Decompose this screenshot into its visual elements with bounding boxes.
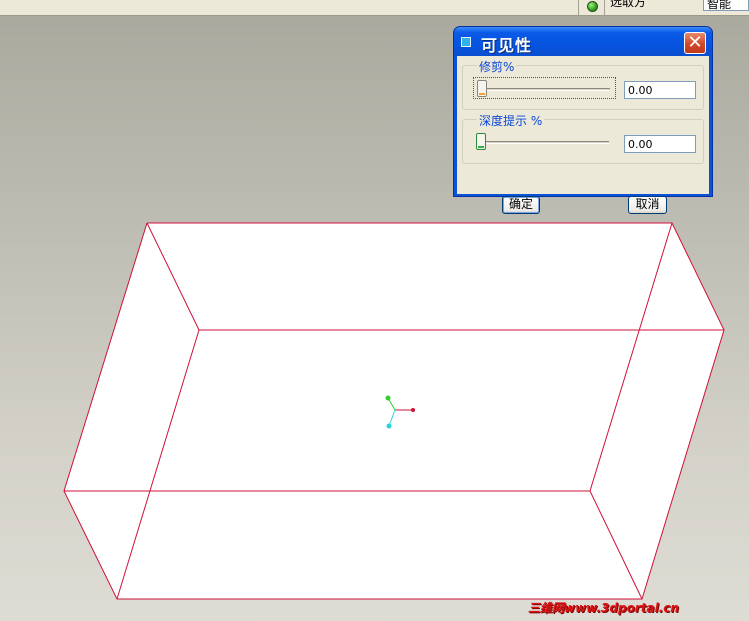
triad-x-dot	[411, 408, 415, 412]
dialog-titlebar[interactable]: 可见性 ✕	[454, 27, 712, 56]
depth-cue-slider-track	[479, 141, 609, 144]
dialog-title: 可见性	[481, 36, 533, 55]
triad-z-dot	[386, 423, 392, 429]
visibility-dialog: 可见性 ✕ 修剪% 深度提示 % 确定 取消	[453, 26, 713, 214]
triad-y-dot	[385, 395, 391, 401]
selection-filter-select[interactable]: 智能	[703, 0, 749, 11]
cancel-button[interactable]: 取消	[628, 196, 667, 214]
trim-slider-thumb[interactable]	[477, 80, 487, 97]
depth-cue-group: 深度提示 %	[462, 112, 704, 164]
trim-value-input[interactable]	[624, 81, 696, 99]
trim-slider-track	[480, 88, 610, 91]
square-window-icon	[461, 37, 471, 47]
top-toolbar: 选取方 智能	[0, 0, 749, 16]
trim-label: 修剪%	[477, 58, 517, 75]
dialog-body: 修剪% 深度提示 % 确定 取消	[457, 56, 709, 214]
toolbar-separator	[578, 0, 579, 15]
ok-button[interactable]: 确定	[502, 196, 540, 214]
depth-cue-slider-thumb[interactable]	[476, 133, 486, 150]
trim-group: 修剪%	[462, 58, 704, 110]
close-x-icon: ✕	[687, 32, 703, 53]
toolbar-separator	[604, 0, 605, 15]
depth-cue-label: 深度提示 %	[477, 112, 545, 129]
trim-slider[interactable]	[473, 77, 616, 99]
depth-cue-slider[interactable]	[473, 131, 616, 153]
watermark-text: 三维网www.3dportal.cn	[528, 601, 679, 615]
close-button[interactable]: ✕	[684, 32, 706, 54]
green-status-light-icon	[587, 1, 598, 12]
box-silhouette-fill	[64, 223, 724, 599]
depth-cue-value-input[interactable]	[624, 135, 696, 153]
selection-label: 选取方	[610, 0, 647, 9]
